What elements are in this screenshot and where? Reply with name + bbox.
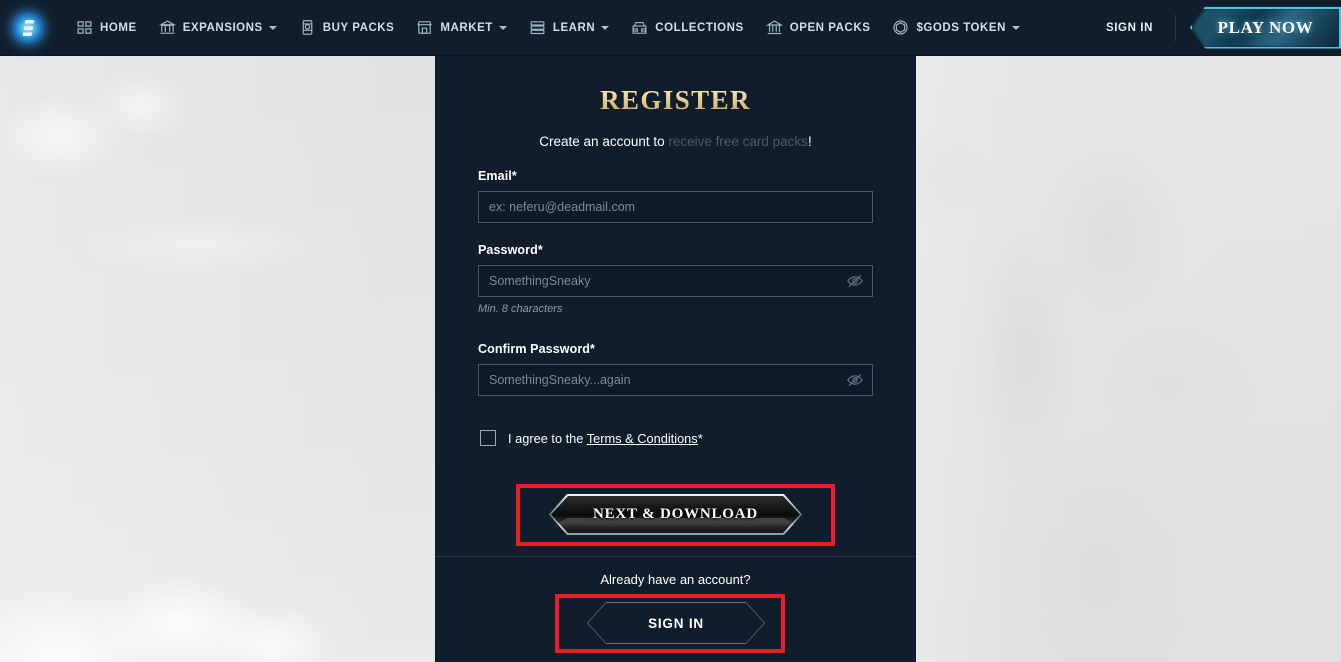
chevron-down-icon: [498, 25, 507, 30]
already-have-account-text: Already have an account?: [600, 572, 751, 587]
terms-and-conditions-link[interactable]: Terms & Conditions: [587, 431, 698, 446]
grid-cards-icon: [76, 19, 93, 36]
password-input[interactable]: [479, 266, 872, 296]
terms-suffix: *: [697, 430, 703, 446]
chevron-down-icon: [1012, 25, 1020, 30]
background-clouds: [0, 56, 440, 662]
background-hero-character: [900, 56, 1341, 662]
market-stall-icon: [416, 19, 433, 36]
nav-item-label: COLLECTIONS: [655, 21, 744, 34]
password-label: Password*: [478, 243, 543, 257]
register-page: HOME EXPANSIONS BUY PACKS MARKET LEARN C…: [0, 0, 1341, 662]
nav-item-collections[interactable]: COLLECTIONS: [620, 0, 754, 56]
confirm-password-input[interactable]: [479, 365, 872, 395]
nav-item-label: EXPANSIONS: [182, 21, 263, 34]
nav-item-label: $GODS TOKEN: [916, 21, 1006, 34]
nav-sign-in-link[interactable]: SIGN IN: [1092, 14, 1176, 41]
nav-item-gods-token[interactable]: $GODS TOKEN: [881, 0, 1031, 56]
top-navigation-bar: HOME EXPANSIONS BUY PACKS MARKET LEARN C…: [0, 0, 1341, 56]
subtitle-highlight: receive free card packs: [668, 134, 808, 149]
nav-item-home[interactable]: HOME: [65, 0, 148, 56]
next-and-download-button[interactable]: NEXT & DOWNLOAD: [549, 494, 802, 535]
terms-row: I agree to the Terms & Conditions*: [478, 430, 873, 446]
email-label: Email*: [478, 169, 517, 183]
nav-item-label: HOME: [100, 21, 137, 34]
nav-item-learn[interactable]: LEARN: [518, 0, 620, 56]
subtitle-prefix: Create an account to: [539, 134, 669, 149]
play-now-button[interactable]: PLAY NOW: [1190, 6, 1341, 49]
gods-unchained-logo-icon[interactable]: [11, 10, 45, 45]
password-hint: Min. 8 characters: [478, 303, 563, 315]
nav-item-label: BUY PACKS: [322, 21, 395, 34]
card-pack-icon: [299, 19, 316, 36]
nav-item-expansions[interactable]: EXPANSIONS: [148, 0, 288, 56]
panel-divider: [435, 556, 916, 557]
next-button-label: NEXT & DOWNLOAD: [592, 506, 759, 522]
chevron-down-icon: [268, 25, 277, 30]
eye-off-icon[interactable]: [846, 272, 864, 290]
nav-item-label: MARKET: [440, 21, 493, 34]
token-coin-icon: [892, 19, 909, 36]
confirm-password-input-shell[interactable]: [478, 364, 873, 396]
book-stack-icon: [529, 19, 546, 36]
nav-item-market[interactable]: MARKET: [405, 0, 518, 56]
play-now-label: PLAY NOW: [1217, 17, 1314, 37]
register-subtitle: Create an account to receive free card p…: [478, 134, 873, 149]
terms-checkbox[interactable]: [480, 430, 496, 446]
password-field-group: Password* Min. 8 characters: [478, 243, 873, 315]
password-input-shell[interactable]: [478, 265, 873, 297]
terms-label: I agree to the Terms & Conditions*: [508, 431, 703, 446]
page-title: REGISTER: [478, 85, 873, 116]
museum-building-icon: [158, 19, 176, 36]
nav-item-open-packs[interactable]: OPEN PACKS: [755, 0, 882, 56]
confirm-password-field-group: Confirm Password*: [478, 342, 873, 396]
footer-sign-in-button[interactable]: SIGN IN: [587, 602, 765, 644]
email-field-group: Email*: [478, 169, 873, 223]
chevron-down-icon: [601, 25, 610, 30]
nav-item-label: LEARN: [552, 21, 596, 34]
nav-right-cluster: SIGN IN PLAY NOW: [1092, 0, 1341, 56]
nav-item-buy-packs[interactable]: BUY PACKS: [288, 0, 406, 56]
sign-in-button-label: SIGN IN: [648, 615, 704, 631]
terms-prefix: I agree to the: [508, 430, 587, 446]
confirm-password-label: Confirm Password*: [478, 342, 596, 356]
bank-columns-icon: [765, 19, 784, 36]
email-input-shell[interactable]: [478, 191, 873, 223]
collection-box-icon: [631, 19, 648, 36]
email-input[interactable]: [479, 192, 872, 222]
nav-item-label: OPEN PACKS: [789, 21, 871, 34]
subtitle-suffix: !: [807, 134, 812, 149]
eye-off-icon[interactable]: [846, 371, 864, 389]
register-form: REGISTER Create an account to receive fr…: [435, 85, 916, 446]
